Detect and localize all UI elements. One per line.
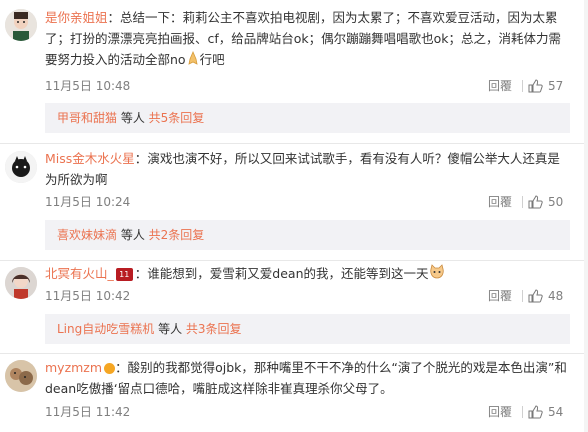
divider	[522, 80, 523, 92]
thumbs-up-icon	[528, 79, 543, 93]
separator: ：	[134, 266, 148, 281]
comment-list: 是你亲姐姐：总结一下：莉莉公主不喜欢拍电视剧，因为太累了；不喜欢爱豆活动，因为太…	[0, 0, 588, 432]
sub-reply-text: 等人	[117, 228, 149, 242]
comment-meta: 11月5日 10:48 回覆 57	[45, 76, 570, 96]
reply-button[interactable]: 回覆	[488, 76, 512, 96]
comment-text: myzmzm ：酸别的我都觉得ojbk，那种嘴里不干不净的什么“演了个脱光的戏是本…	[45, 357, 570, 399]
username[interactable]: Miss金木水火星	[45, 151, 135, 166]
divider	[0, 143, 584, 144]
sub-reply-count-link[interactable]: 共3条回复	[186, 322, 242, 336]
reply-button[interactable]: 回覆	[488, 192, 512, 212]
timestamp: 11月5日 10:48	[45, 79, 131, 93]
sub-replies[interactable]: Ling自动吃雪糕机 等人 共3条回复	[45, 314, 570, 344]
thumbs-up-icon	[528, 195, 543, 209]
avatar[interactable]	[5, 267, 37, 299]
timestamp: 11月5日 11:42	[45, 405, 131, 419]
divider	[522, 196, 523, 208]
like-button[interactable]: 48	[528, 286, 570, 306]
comment-text: Miss金木水火星：演戏也演不好，所以又回来试试歌手，看有没有人听？傻帽公举大人…	[45, 148, 570, 190]
comment-text: 是你亲姐姐：总结一下：莉莉公主不喜欢拍电视剧，因为太累了；不喜欢爱豆活动，因为太…	[45, 7, 570, 71]
comment-body: 总结一下：莉莉公主不喜欢拍电视剧，因为太累了；不喜欢爱豆活动，因为太累了；打扮的…	[45, 10, 562, 67]
sub-reply-text: 等人	[154, 322, 186, 336]
thumbs-up-icon	[528, 405, 543, 419]
username[interactable]: 是你亲姐姐	[45, 10, 108, 25]
sub-replies[interactable]: 喜欢妹妹滴 等人 共2条回复	[45, 220, 570, 250]
comment-meta: 11月5日 10:42 回覆 48	[45, 286, 570, 306]
sub-reply-user[interactable]: Ling自动吃雪糕机	[57, 322, 154, 336]
like-button[interactable]: 50	[528, 192, 570, 212]
like-count: 54	[548, 405, 564, 419]
avatar[interactable]	[5, 9, 37, 41]
like-count: 57	[548, 79, 564, 93]
timestamp: 11月5日 10:42	[45, 289, 131, 303]
sub-reply-count-link[interactable]: 共5条回复	[149, 111, 205, 125]
separator: ：	[134, 151, 148, 166]
comment-body-tail: 行吧	[199, 52, 225, 67]
like-count: 50	[548, 195, 564, 209]
avatar[interactable]	[5, 360, 37, 392]
member-badge-icon: 11	[115, 268, 133, 281]
divider	[522, 290, 523, 302]
comment-body: 谁能想到，爱雪莉又爱dean的我，还能等到这一天	[147, 266, 429, 281]
timestamp: 11月5日 10:24	[45, 195, 131, 209]
like-count: 48	[548, 289, 564, 303]
sub-replies[interactable]: 甲哥和甜猫 等人 共5条回复	[45, 103, 570, 133]
divider	[0, 353, 584, 354]
scrollbar-track[interactable]	[584, 0, 588, 432]
divider	[522, 406, 523, 418]
like-button[interactable]: 57	[528, 76, 570, 96]
reply-button[interactable]: 回覆	[488, 402, 512, 422]
reply-button[interactable]: 回覆	[488, 286, 512, 306]
avatar[interactable]	[5, 151, 37, 183]
separator: ：	[107, 10, 121, 25]
comment-meta: 11月5日 11:42 回覆 54	[45, 402, 570, 422]
cat-face-emoji	[429, 264, 445, 285]
comment-text: 北冥有火山_ 11 ：谁能想到，爱雪莉又爱dean的我，还能等到这一天	[45, 263, 570, 285]
folded-hands-emoji	[186, 50, 200, 71]
username[interactable]: myzmzm	[45, 360, 102, 375]
divider	[0, 260, 584, 261]
separator: ：	[115, 360, 128, 375]
thumbs-up-icon	[528, 289, 543, 303]
sub-reply-user[interactable]: 喜欢妹妹滴	[57, 228, 117, 242]
sub-reply-count-link[interactable]: 共2条回复	[149, 228, 205, 242]
sub-reply-user[interactable]: 甲哥和甜猫	[57, 111, 117, 125]
verified-badge-icon	[104, 363, 116, 374]
username[interactable]: 北冥有火山_	[45, 266, 114, 281]
comment-meta: 11月5日 10:24 回覆 50	[45, 192, 570, 212]
like-button[interactable]: 54	[528, 402, 570, 422]
sub-reply-text: 等人	[117, 111, 149, 125]
